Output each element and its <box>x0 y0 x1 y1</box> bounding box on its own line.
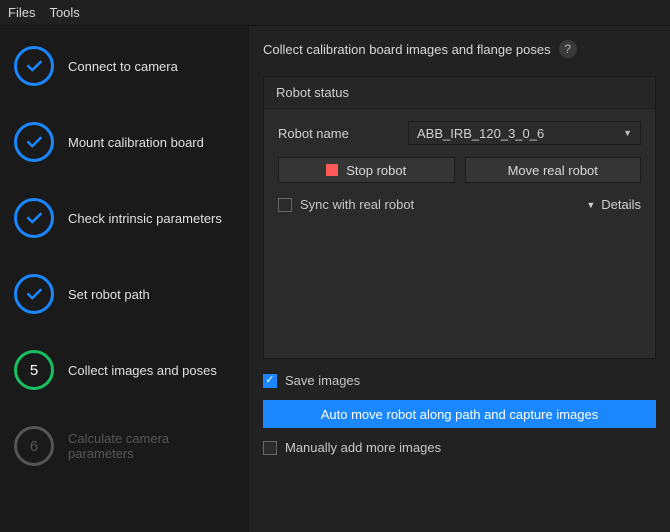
details-label: Details <box>601 197 641 212</box>
check-icon <box>14 122 54 162</box>
robot-button-row: Stop robot Move real robot <box>278 157 641 183</box>
move-robot-label: Move real robot <box>508 163 598 178</box>
step-number-icon: 6 <box>14 426 54 466</box>
content-header: Collect calibration board images and fla… <box>263 40 656 58</box>
auto-move-label: Auto move robot along path and capture i… <box>321 407 599 422</box>
page-title: Collect calibration board images and fla… <box>263 42 551 57</box>
sync-row: Sync with real robot ▼ Details <box>278 197 641 212</box>
chevron-down-icon: ▼ <box>623 128 632 138</box>
step-number-icon: 5 <box>14 350 54 390</box>
save-images-label: Save images <box>285 373 360 388</box>
step-mount-board[interactable]: Mount calibration board <box>14 122 235 162</box>
step-sidebar: Connect to camera Mount calibration boar… <box>0 26 249 532</box>
step-label: Calculate camera parameters <box>68 431 235 461</box>
step-collect-images[interactable]: 5 Collect images and poses <box>14 350 235 390</box>
step-check-intrinsic[interactable]: Check intrinsic parameters <box>14 198 235 238</box>
save-images-group[interactable]: Save images <box>263 373 656 388</box>
sync-label: Sync with real robot <box>300 197 414 212</box>
step-label: Set robot path <box>68 287 150 302</box>
panel-body: Robot name ABB_IRB_120_3_0_6 ▼ Stop robo… <box>264 108 655 358</box>
stop-robot-label: Stop robot <box>346 163 406 178</box>
help-icon[interactable]: ? <box>559 40 577 58</box>
robot-name-value: ABB_IRB_120_3_0_6 <box>417 126 544 141</box>
sync-checkbox-group[interactable]: Sync with real robot <box>278 197 414 212</box>
robot-name-select[interactable]: ABB_IRB_120_3_0_6 ▼ <box>408 121 641 145</box>
manual-add-label: Manually add more images <box>285 440 441 455</box>
main-layout: Connect to camera Mount calibration boar… <box>0 26 670 532</box>
step-label: Mount calibration board <box>68 135 204 150</box>
move-robot-button[interactable]: Move real robot <box>465 157 642 183</box>
menu-bar: Files Tools <box>0 0 670 26</box>
panel-title: Robot status <box>264 77 655 108</box>
manual-add-checkbox[interactable] <box>263 441 277 455</box>
details-toggle[interactable]: ▼ Details <box>586 197 641 212</box>
step-label: Connect to camera <box>68 59 178 74</box>
chevron-down-icon: ▼ <box>586 200 595 210</box>
auto-move-button[interactable]: Auto move robot along path and capture i… <box>263 400 656 428</box>
menu-files[interactable]: Files <box>8 5 35 20</box>
sync-checkbox[interactable] <box>278 198 292 212</box>
stop-robot-button[interactable]: Stop robot <box>278 157 455 183</box>
check-icon <box>14 274 54 314</box>
step-connect-camera[interactable]: Connect to camera <box>14 46 235 86</box>
step-label: Collect images and poses <box>68 363 217 378</box>
manual-add-group[interactable]: Manually add more images <box>263 440 656 455</box>
menu-tools[interactable]: Tools <box>49 5 79 20</box>
check-icon <box>14 46 54 86</box>
step-set-robot-path[interactable]: Set robot path <box>14 274 235 314</box>
step-label: Check intrinsic parameters <box>68 211 222 226</box>
robot-name-label: Robot name <box>278 126 396 141</box>
lower-section: Save images Auto move robot along path a… <box>263 373 656 455</box>
save-images-checkbox[interactable] <box>263 374 277 388</box>
step-calculate-params[interactable]: 6 Calculate camera parameters <box>14 426 235 466</box>
stop-icon <box>326 164 338 176</box>
check-icon <box>14 198 54 238</box>
robot-name-row: Robot name ABB_IRB_120_3_0_6 ▼ <box>278 121 641 145</box>
robot-status-panel: Robot status Robot name ABB_IRB_120_3_0_… <box>263 76 656 359</box>
content-panel: Collect calibration board images and fla… <box>249 26 670 532</box>
